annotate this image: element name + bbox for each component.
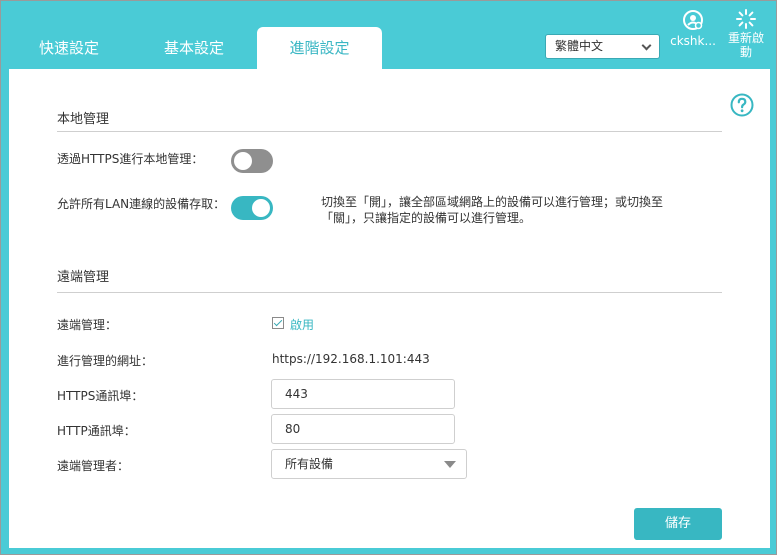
reboot-icon xyxy=(736,9,756,29)
lan-access-toggle[interactable] xyxy=(231,196,273,220)
tab-quick-setup[interactable]: 快速設定 xyxy=(9,27,129,69)
https-port-input[interactable]: 443 xyxy=(271,379,455,409)
remote-enable-label[interactable]: 啟用 xyxy=(290,316,314,333)
remote-manager-value: 所有設備 xyxy=(285,457,334,471)
https-port-label: HTTPS通訊埠： xyxy=(57,389,144,403)
divider xyxy=(57,131,722,132)
section-title-remote: 遠端管理 xyxy=(57,270,110,285)
https-local-toggle[interactable] xyxy=(231,149,273,173)
remote-manager-select[interactable]: 所有設備 xyxy=(271,449,467,479)
tab-basic-setup[interactable]: 基本設定 xyxy=(134,27,254,69)
help-icon[interactable] xyxy=(730,93,754,117)
dropdown-arrow-icon xyxy=(444,461,456,468)
user-label: ckshk... xyxy=(670,34,716,48)
language-select-value: 繁體中文 xyxy=(555,39,604,53)
save-button[interactable]: 儲存 xyxy=(634,508,722,540)
router-admin-window: 快速設定 基本設定 進階設定 繁體中文 ckshk... 重新啟動 本地管理 透… xyxy=(0,0,777,555)
mgmt-url-label: 進行管理的網址： xyxy=(57,354,154,368)
http-port-input[interactable]: 80 xyxy=(271,414,455,444)
lan-access-hint: 切換至「開」，讓全部區域網路上的設備可以進行管理；或切換至「關」，只讓指定的設備… xyxy=(321,195,664,225)
remote-mgmt-label: 遠端管理： xyxy=(57,318,118,332)
language-select[interactable]: 繁體中文 xyxy=(545,34,660,59)
lan-access-label: 允許所有LAN連線的設備存取： xyxy=(57,197,226,211)
user-menu[interactable]: ckshk... xyxy=(665,9,721,48)
chevron-down-icon xyxy=(641,40,652,51)
toggle-knob xyxy=(234,152,252,170)
reboot-button[interactable]: 重新啟動 xyxy=(723,9,769,59)
mgmt-url-value: https://192.168.1.101:443 xyxy=(272,352,430,366)
https-local-label: 透過HTTPS進行本地管理： xyxy=(57,152,204,166)
section-title-local: 本地管理 xyxy=(57,112,110,127)
divider xyxy=(57,292,722,293)
remote-enable-checkbox[interactable] xyxy=(272,317,284,329)
tab-advanced-setup[interactable]: 進階設定 xyxy=(257,27,382,69)
user-icon xyxy=(683,10,703,30)
reboot-label: 重新啟動 xyxy=(727,31,764,59)
remote-manager-label: 遠端管理者： xyxy=(57,459,130,473)
toggle-knob xyxy=(252,199,270,217)
http-port-label: HTTP通訊埠： xyxy=(57,424,136,438)
